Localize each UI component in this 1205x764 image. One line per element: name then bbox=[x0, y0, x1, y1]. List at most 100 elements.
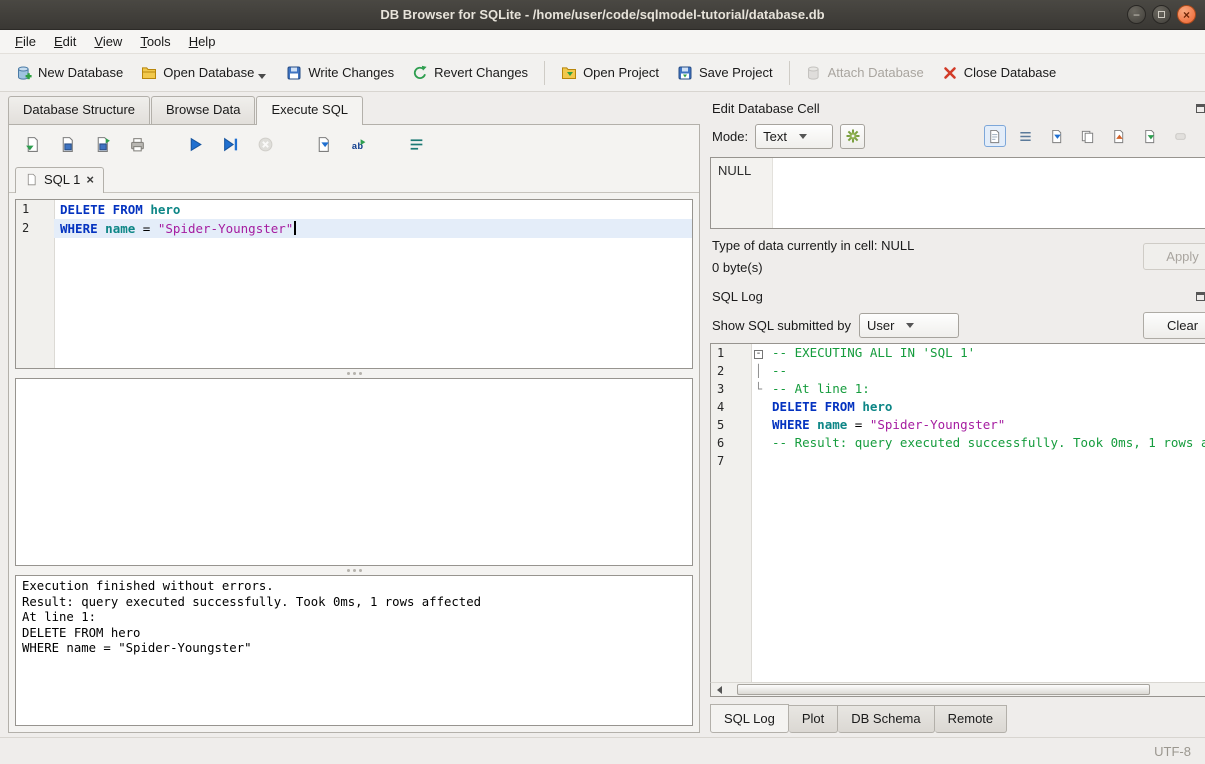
code-text: Execution finished without errors. bbox=[22, 579, 686, 595]
new-database-button[interactable]: New Database bbox=[8, 60, 131, 86]
open-project-button[interactable]: Open Project bbox=[553, 60, 667, 86]
cell-value-gutter: NULL bbox=[711, 158, 773, 228]
save-sql-file-as-button[interactable] bbox=[91, 133, 113, 155]
tab-browse-data[interactable]: Browse Data bbox=[151, 96, 255, 124]
stop-icon bbox=[257, 136, 274, 153]
write-changes-button[interactable]: Write Changes bbox=[278, 60, 402, 86]
open-sql-file-icon bbox=[24, 136, 41, 153]
code-line: Result: query executed successfully. Too… bbox=[22, 595, 686, 611]
tab-remote[interactable]: Remote bbox=[935, 705, 1008, 733]
tab-sql-log[interactable]: SQL Log bbox=[710, 704, 789, 733]
line-number: 4 bbox=[711, 398, 751, 416]
fold-guide: └ bbox=[751, 380, 766, 398]
code-text bbox=[766, 452, 1205, 470]
close-tab-icon[interactable]: × bbox=[86, 172, 94, 187]
tab-database-structure[interactable]: Database Structure bbox=[8, 96, 150, 124]
sql-document-tabs: SQL 1 × bbox=[9, 163, 699, 193]
code-line: DELETE FROM hero bbox=[22, 626, 686, 642]
find-replace-icon: ab bbox=[350, 136, 367, 153]
close-button[interactable]: × bbox=[1177, 5, 1196, 24]
mode-combobox[interactable]: Text bbox=[755, 124, 833, 149]
import-cell-data-button[interactable] bbox=[1046, 125, 1068, 147]
new-database-icon bbox=[16, 65, 32, 81]
main-toolbar: New Database Open Database Write Changes… bbox=[0, 54, 1205, 92]
fold-marker-icon[interactable]: - bbox=[751, 344, 766, 362]
dock-controls: × bbox=[1196, 103, 1205, 113]
word-wrap-button[interactable] bbox=[405, 133, 427, 155]
cell-info-row: Type of data currently in cell: NULL 0 b… bbox=[710, 229, 1205, 279]
scrollbar-thumb[interactable] bbox=[737, 684, 1150, 695]
close-icon: × bbox=[1183, 9, 1190, 21]
print-sql-button[interactable] bbox=[126, 133, 148, 155]
tab-plot[interactable]: Plot bbox=[789, 705, 838, 733]
tab-db-schema[interactable]: DB Schema bbox=[838, 705, 934, 733]
toolbar-separator bbox=[544, 61, 545, 85]
splitter-handle[interactable] bbox=[9, 369, 699, 378]
print-cell-button[interactable] bbox=[1201, 125, 1205, 147]
execute-current-line-button[interactable] bbox=[219, 133, 241, 155]
app-window: DB Browser for SQLite - /home/user/code/… bbox=[0, 0, 1205, 764]
word-wrap-icon bbox=[408, 136, 425, 153]
open-database-icon bbox=[141, 65, 157, 81]
open-database-dropdown-icon[interactable] bbox=[258, 74, 266, 79]
sql-document-tab-label: SQL 1 bbox=[44, 172, 80, 187]
code-text: -- Result: query executed successfully. … bbox=[766, 434, 1205, 452]
cell-settings-button[interactable] bbox=[840, 124, 865, 149]
code-line: 1DELETE FROM hero bbox=[16, 200, 692, 219]
window-title: DB Browser for SQLite - /home/user/code/… bbox=[0, 7, 1205, 22]
content-area: Database Structure Browse Data Execute S… bbox=[0, 92, 1205, 733]
splitter-handle[interactable] bbox=[9, 566, 699, 575]
scrollbar-track[interactable] bbox=[727, 683, 1205, 696]
save-cell-as-button[interactable] bbox=[1139, 125, 1161, 147]
copy-cell-data-button[interactable] bbox=[1077, 125, 1099, 147]
export-cell-data-button[interactable] bbox=[1108, 125, 1130, 147]
code-text: Result: query executed successfully. Too… bbox=[22, 595, 686, 611]
scroll-left-button[interactable] bbox=[711, 683, 727, 696]
maximize-button[interactable] bbox=[1152, 5, 1171, 24]
menu-file[interactable]: File bbox=[6, 31, 45, 52]
float-dock-icon[interactable] bbox=[1196, 104, 1205, 113]
tab-execute-sql[interactable]: Execute SQL bbox=[256, 96, 363, 125]
menu-bar: File Edit View Tools Help bbox=[0, 30, 1205, 54]
revert-changes-button[interactable]: Revert Changes bbox=[404, 60, 536, 86]
justify-lines-icon bbox=[1018, 129, 1033, 144]
chevron-down-icon bbox=[799, 134, 807, 139]
cell-value-text-area[interactable] bbox=[773, 158, 1205, 228]
minimize-button[interactable]: − bbox=[1127, 5, 1146, 24]
export-results-button[interactable] bbox=[312, 133, 334, 155]
open-sql-file-button[interactable] bbox=[21, 133, 43, 155]
execute-all-button[interactable] bbox=[184, 133, 206, 155]
sql-log-content[interactable]: 1--- EXECUTING ALL IN 'SQL 1'2│--3└-- At… bbox=[710, 343, 1205, 682]
close-database-icon bbox=[942, 65, 958, 81]
save-project-button[interactable]: Save Project bbox=[669, 60, 781, 86]
save-sql-file-button[interactable] bbox=[56, 133, 78, 155]
submitted-by-combobox[interactable]: User bbox=[859, 313, 959, 338]
cell-mode-row: Mode: Text bbox=[710, 119, 1205, 153]
sql-editor[interactable]: 1DELETE FROM hero2WHERE name = "Spider-Y… bbox=[15, 199, 693, 369]
main-tab-bar: Database Structure Browse Data Execute S… bbox=[8, 96, 700, 124]
cell-value-editor[interactable]: NULL bbox=[710, 157, 1205, 229]
code-text: -- bbox=[766, 362, 1205, 380]
menu-help[interactable]: Help bbox=[180, 31, 225, 52]
menu-view[interactable]: View bbox=[85, 31, 131, 52]
edit-cell-dock-header: Edit Database Cell × bbox=[710, 97, 1205, 119]
close-database-button[interactable]: Close Database bbox=[934, 60, 1065, 86]
sql-document-tab[interactable]: SQL 1 × bbox=[15, 167, 104, 193]
menu-tools[interactable]: Tools bbox=[131, 31, 179, 52]
open-database-button[interactable]: Open Database bbox=[133, 60, 276, 86]
text-view-button[interactable] bbox=[984, 125, 1006, 147]
attach-database-button: Attach Database bbox=[798, 60, 932, 86]
menu-edit[interactable]: Edit bbox=[45, 31, 85, 52]
code-line: 6-- Result: query executed successfully.… bbox=[711, 434, 1205, 452]
float-dock-icon[interactable] bbox=[1196, 292, 1205, 301]
find-replace-button[interactable]: ab bbox=[347, 133, 369, 155]
revert-changes-icon bbox=[412, 65, 428, 81]
fold-guide bbox=[751, 452, 766, 470]
minimize-icon: − bbox=[1133, 9, 1140, 21]
sql-toolbar: ab bbox=[9, 125, 699, 163]
code-text: -- EXECUTING ALL IN 'SQL 1' bbox=[766, 344, 1205, 362]
word-wrap-cell-button[interactable] bbox=[1015, 125, 1037, 147]
clear-log-button[interactable]: Clear bbox=[1143, 312, 1205, 339]
cell-toolbar bbox=[984, 125, 1205, 147]
line-number: 1 bbox=[16, 200, 54, 219]
